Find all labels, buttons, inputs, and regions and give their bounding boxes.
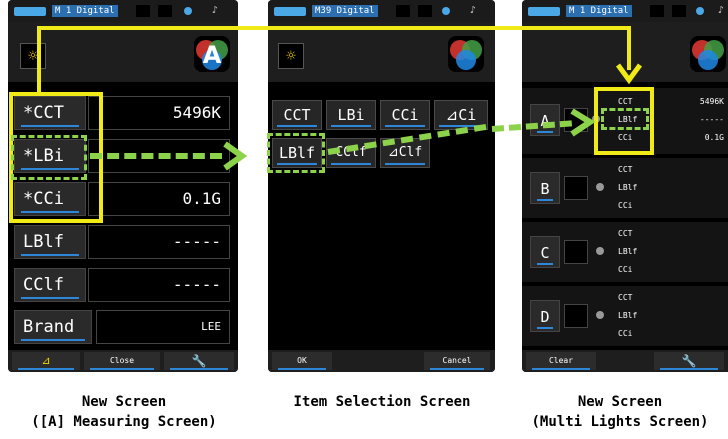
sound-icon: ♪ (718, 5, 725, 16)
measure-row[interactable]: LBlf ----- (8, 225, 238, 259)
status-box (650, 5, 664, 17)
caption-title: New Screen (577, 394, 663, 410)
close-button[interactable]: Close (84, 352, 160, 370)
item-label: CCi (618, 329, 633, 338)
light-label[interactable]: C (530, 236, 560, 268)
sun-icon[interactable]: ☼ (20, 43, 46, 69)
item-value: ----- (699, 115, 724, 124)
sound-icon: ♪ (470, 5, 477, 16)
color-logo-icon[interactable] (690, 36, 726, 72)
sound-icon: ♪ (212, 5, 219, 16)
green-highlight-box (11, 135, 87, 180)
indicator-dot (184, 7, 192, 15)
status-bar: M 1 Digital ♪ (522, 0, 728, 22)
status-box (418, 5, 432, 17)
item-label[interactable]: Brand (14, 310, 92, 344)
item-label: CCT (618, 165, 633, 174)
item-value: 0.1G (88, 182, 230, 216)
ok-button[interactable]: OK (272, 352, 332, 370)
status-box (672, 5, 686, 17)
green-highlight-box (267, 133, 325, 173)
battery-icon (274, 7, 306, 16)
select-item-lbi[interactable]: LBi (326, 100, 376, 130)
bottom-bar: Clear 🔧 (522, 350, 728, 372)
status-bar: M39 Digital ♪ (268, 0, 495, 22)
caption-subtitle: ([A] Measuring Screen) (31, 414, 217, 430)
measure-row[interactable]: CClf ----- (8, 268, 238, 302)
status-bar: M 1 Digital ♪ (8, 0, 238, 22)
wrench-icon[interactable]: 🔧 (164, 352, 234, 370)
battery-icon (14, 7, 46, 16)
item-label: CCi (618, 201, 633, 210)
item-label: LBlf (618, 311, 638, 320)
cancel-button[interactable]: Cancel (424, 352, 490, 370)
yellow-connector-line (37, 26, 631, 30)
item-label: LBlf (618, 247, 638, 256)
bottom-bar: ⊿ Close 🔧 (8, 350, 238, 372)
caption-multi: New Screen (Multi Lights Screen) (512, 392, 728, 432)
item-label[interactable]: LBlf (14, 225, 86, 259)
measure-row[interactable]: Brand LEE (8, 310, 238, 344)
yellow-arrow-down-icon (615, 63, 643, 85)
caption-measuring: New Screen ([A] Measuring Screen) (0, 392, 248, 432)
light-label[interactable]: B (530, 172, 560, 204)
green-dashed-connector (90, 153, 222, 159)
indicator-dot (596, 183, 604, 191)
wrench-icon[interactable]: 🔧 (654, 352, 724, 370)
green-highlight-box (601, 108, 649, 130)
item-value: ----- (88, 268, 230, 302)
light-label[interactable]: A (530, 104, 560, 136)
light-label[interactable]: D (530, 300, 560, 332)
memory-mode-tag: M 1 Digital (52, 5, 118, 17)
light-block-c[interactable]: C CCT LBlf CCi (522, 222, 728, 282)
select-item-cct[interactable]: CCT (272, 100, 322, 130)
item-selection-screen: M39 Digital ♪ ☼ CCT LBi CCi ⊿Ci LBlf CCl… (268, 0, 495, 372)
item-label: CCi (618, 265, 633, 274)
indicator-dot (442, 7, 450, 15)
light-swatch (564, 176, 588, 200)
clear-button[interactable]: Clear (526, 352, 596, 370)
caption-title: Item Selection Screen (293, 394, 471, 410)
battery-icon (528, 7, 560, 16)
status-box (396, 5, 410, 17)
item-value: 5496K (88, 96, 230, 130)
color-logo-icon[interactable] (448, 36, 484, 72)
light-swatch (564, 240, 588, 264)
sun-icon[interactable]: ☼ (278, 43, 304, 69)
indicator-dot (596, 247, 604, 255)
bottom-bar: OK Cancel (268, 350, 495, 372)
memory-mode-tag: M39 Digital (312, 5, 378, 17)
item-label: CCT (618, 229, 633, 238)
indicator-dot (596, 311, 604, 319)
memory-mode-tag: M 1 Digital (566, 5, 632, 17)
item-label[interactable]: CClf (14, 268, 86, 302)
delta-button[interactable]: ⊿ (12, 352, 80, 370)
item-value: 5496K (699, 97, 724, 106)
caption-title: New Screen (81, 394, 167, 410)
multi-lights-screen: M 1 Digital ♪ A CCT LBlf CCi 5496K -----… (522, 0, 728, 372)
light-block-b[interactable]: B CCT LBlf CCi (522, 158, 728, 218)
item-label: CCT (618, 293, 633, 302)
item-value: LEE (96, 310, 230, 344)
select-item-cci[interactable]: CCi (380, 100, 430, 130)
status-box (158, 5, 172, 17)
light-block-d[interactable]: D CCT LBlf CCi (522, 286, 728, 346)
item-value: 0.1G (704, 133, 724, 142)
item-label: LBlf (618, 183, 638, 192)
color-logo-icon[interactable]: A (194, 36, 230, 72)
caption-selection: Item Selection Screen (262, 392, 502, 412)
light-swatch (564, 304, 588, 328)
yellow-connector-line (37, 26, 41, 94)
status-box (136, 5, 150, 17)
green-arrow-right-icon (223, 141, 248, 171)
green-arrow-right-icon (570, 108, 596, 137)
indicator-dot (696, 7, 704, 15)
item-value: ----- (88, 225, 230, 259)
caption-subtitle: (Multi Lights Screen) (531, 414, 709, 430)
